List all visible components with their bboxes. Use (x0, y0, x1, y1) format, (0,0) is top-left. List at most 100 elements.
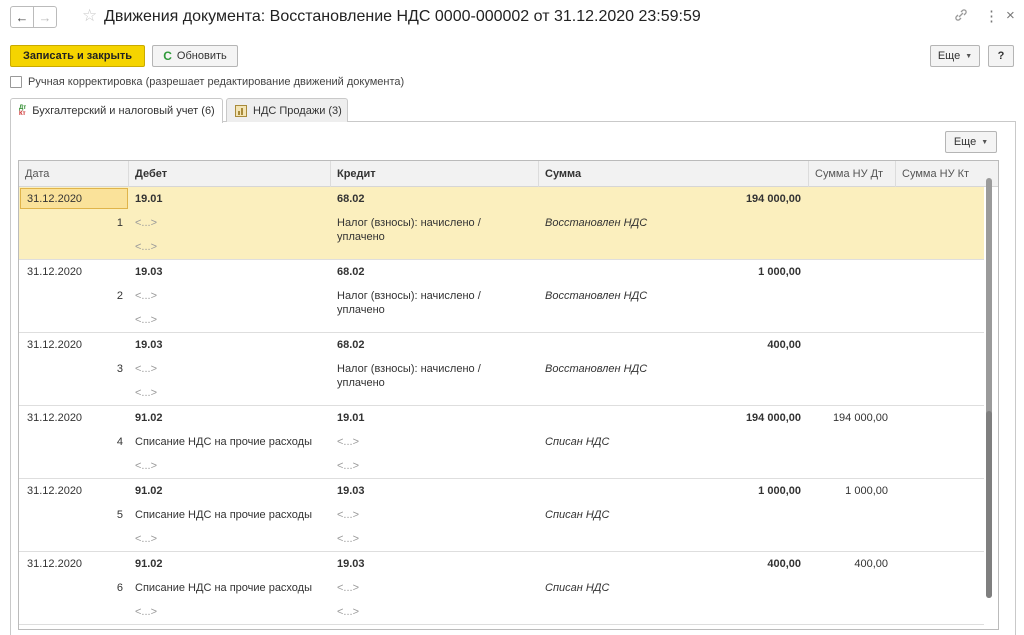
arrow-right-icon: → (38, 9, 52, 25)
row-credit-subconto-1-cont: уплачено (337, 231, 385, 243)
row-number: 4 (116, 436, 123, 448)
chart-icon (235, 104, 247, 117)
row-debit-subconto-1: <...> (135, 290, 158, 302)
close-icon[interactable]: × (1006, 7, 1015, 24)
row-credit-subconto-2: <...> (337, 606, 360, 618)
row-credit-account: 19.03 (337, 558, 365, 570)
row-date: 31.12.2020 (27, 558, 83, 570)
vertical-scrollbar[interactable] (985, 178, 995, 618)
more-icon[interactable]: ⋮ (984, 7, 999, 25)
page-title: Движения документа: Восстановление НДС 0… (104, 8, 701, 25)
row-amount: 1 000,00 (758, 485, 801, 497)
row-debit-subconto-1: Списание НДС на прочие расходы (135, 436, 313, 448)
row-debit-subconto-2: <...> (135, 314, 158, 326)
row-debit-account: 19.03 (135, 339, 163, 351)
row-debit-account: 91.02 (135, 412, 163, 424)
row-number: 5 (116, 509, 123, 521)
row-nu-dt: 194 000,00 (832, 412, 888, 424)
postings-table[interactable]: Дата Дебет Кредит Сумма Сумма НУ Дт Сумм… (18, 160, 999, 630)
row-credit-subconto-1-cont: уплачено (337, 377, 385, 389)
row-amount: 194 000,00 (745, 193, 801, 205)
save-and-close-button[interactable]: Записать и закрыть (10, 45, 145, 67)
row-debit-subconto-2: <...> (135, 387, 158, 399)
row-credit-account: 68.02 (337, 339, 365, 351)
row-credit-account: 68.02 (337, 266, 365, 278)
row-credit-subconto-1: <...> (337, 436, 360, 448)
arrow-left-icon: ← (15, 9, 29, 25)
row-credit-subconto-1: Налог (взносы): начислено / (337, 290, 481, 302)
caret-down-icon: ▼ (965, 52, 973, 60)
tab-accounting[interactable]: Дт Кт Бухгалтерский и налоговый учет (6) (10, 98, 223, 123)
row-content: Восстановлен НДС (545, 363, 648, 375)
row-debit-account: 91.02 (135, 485, 163, 497)
table-more-button[interactable]: Еще ▼ (945, 131, 997, 153)
row-credit-account: 19.01 (337, 412, 365, 424)
row-content: Восстановлен НДС (545, 217, 648, 229)
row-debit-subconto-1: <...> (135, 363, 158, 375)
row-credit-account: 68.02 (337, 193, 365, 205)
table-more-label: Еще (953, 136, 977, 148)
column-header-credit[interactable]: Кредит (331, 161, 539, 187)
table-row[interactable]: 31.12.2020 1 19.01 <...> <...> 68.02 Налог (вз… (19, 187, 984, 260)
row-content: Списан НДС (545, 436, 610, 448)
row-amount: 400,00 (767, 339, 801, 351)
table-row[interactable]: 31.12.2020 5 91.02 Списание НДС на прочие р… (19, 479, 984, 552)
dt-kt-icon: Дт Кт (19, 105, 27, 117)
favorite-star-icon[interactable]: ☆ (82, 6, 97, 26)
row-amount: 194 000,00 (745, 412, 801, 424)
table-row[interactable]: 31.12.2020 6 91.02 Списание НДС на прочие р… (19, 552, 984, 625)
tab-accounting-label: Бухгалтерский и налоговый учет (6) (32, 105, 215, 117)
row-nu-dt: 1 000,00 (845, 485, 888, 497)
link-icon[interactable] (954, 8, 968, 26)
row-credit-subconto-1: <...> (337, 582, 360, 594)
row-date: 31.12.2020 (27, 193, 83, 205)
refresh-button[interactable]: C Обновить (152, 45, 238, 67)
column-header-date[interactable]: Дата (19, 161, 129, 187)
more-actions-label: Еще (937, 50, 961, 62)
row-content: Списан НДС (545, 509, 610, 521)
manual-correction-label: Ручная корректировка (разрешает редактир… (28, 76, 405, 88)
manual-correction-row[interactable]: Ручная корректировка (разрешает редактир… (10, 76, 404, 88)
row-date: 31.12.2020 (27, 412, 83, 424)
row-debit-subconto-1: Списание НДС на прочие расходы (135, 582, 313, 594)
table-row[interactable]: 31.12.2020 3 19.03 <...> <...> 68.02 Налог (вз… (19, 333, 984, 406)
row-debit-account: 19.03 (135, 266, 163, 278)
more-actions-button[interactable]: Еще ▼ (930, 45, 980, 67)
row-debit-subconto-2: <...> (135, 460, 158, 472)
row-debit-subconto-2: <...> (135, 241, 158, 253)
column-header-nu-dt[interactable]: Сумма НУ Дт (809, 161, 896, 187)
row-debit-subconto-2: <...> (135, 533, 158, 545)
row-debit-account: 19.01 (135, 193, 163, 205)
row-number: 1 (116, 217, 123, 229)
title-bar: ← → ☆ Движения документа: Восстановление… (0, 0, 1024, 36)
row-content: Списан НДС (545, 582, 610, 594)
row-date: 31.12.2020 (27, 485, 83, 497)
row-credit-subconto-1: Налог (взносы): начислено / (337, 217, 481, 229)
help-button[interactable]: ? (988, 45, 1014, 67)
scroll-thumb[interactable] (986, 411, 992, 598)
row-credit-subconto-1: <...> (337, 509, 360, 521)
row-debit-subconto-1: Списание НДС на прочие расходы (135, 509, 313, 521)
row-content: Восстановлен НДС (545, 290, 648, 302)
tab-vat-sales-label: НДС Продажи (3) (253, 104, 342, 117)
refresh-label: Обновить (176, 50, 227, 62)
row-credit-subconto-1: Налог (взносы): начислено / (337, 363, 481, 375)
forward-button[interactable]: → (33, 6, 57, 28)
row-number: 6 (116, 582, 123, 594)
table-row[interactable]: 31.12.2020 4 91.02 Списание НДС на прочие р… (19, 406, 984, 479)
row-debit-subconto-2: <...> (135, 606, 158, 618)
column-header-amount[interactable]: Сумма (539, 161, 809, 187)
table-header: Дата Дебет Кредит Сумма Сумма НУ Дт Сумм… (19, 161, 998, 187)
column-header-nu-kt[interactable]: Сумма НУ Кт (896, 161, 984, 187)
caret-down-icon: ▼ (981, 138, 989, 146)
row-credit-subconto-2: <...> (337, 533, 360, 545)
row-date: 31.12.2020 (27, 339, 83, 351)
tab-vat-sales[interactable]: НДС Продажи (3) (226, 98, 348, 122)
row-date: 31.12.2020 (27, 266, 83, 278)
back-button[interactable]: ← (10, 6, 34, 28)
row-debit-subconto-1: <...> (135, 217, 158, 229)
manual-correction-checkbox[interactable] (10, 76, 22, 88)
table-row[interactable]: 31.12.2020 2 19.03 <...> <...> 68.02 Налог (вз… (19, 260, 984, 333)
column-header-debit[interactable]: Дебет (129, 161, 331, 187)
refresh-icon: C (163, 49, 172, 63)
